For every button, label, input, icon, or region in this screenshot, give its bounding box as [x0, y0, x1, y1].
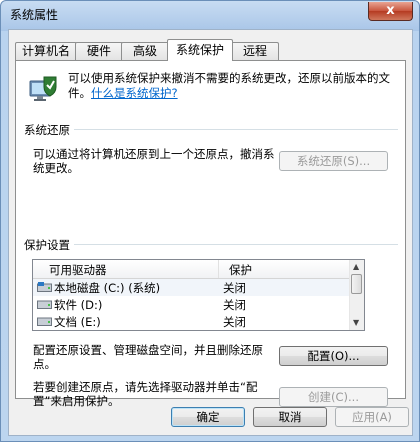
tab-remote[interactable]: 远程 — [231, 42, 279, 60]
system-properties-window: 系统属性 x 计算机名 硬件 高级 系统保护 远程 可以使用系统保护来撤消不需要… — [0, 0, 420, 442]
drive-protection-status: 关闭 — [223, 281, 246, 295]
tab-system-protection[interactable]: 系统保护 — [167, 39, 233, 61]
drive-protection-status: 关闭 — [223, 315, 246, 329]
system-restore-button[interactable]: 系统还原(S)... — [279, 151, 388, 171]
restore-group-label: 系统还原 — [24, 122, 74, 138]
dialog-client-area: 计算机名 硬件 高级 系统保护 远程 可以使用系统保护来撤消不需要的系统更改，还… — [8, 29, 413, 436]
tab-hardware[interactable]: 硬件 — [75, 42, 123, 60]
restore-group-divider — [24, 129, 398, 130]
drive-name: 文档 (E:) — [54, 315, 101, 329]
restore-description: 可以通过将计算机还原到上一个还原点，撤消系统更改。 — [33, 147, 275, 175]
system-drive-icon — [37, 282, 52, 292]
drive-protection-status: 关闭 — [223, 298, 246, 312]
tab-advanced[interactable]: 高级 — [121, 42, 169, 60]
protection-group-divider — [24, 244, 398, 245]
what-is-system-protection-link[interactable]: 什么是系统保护? — [91, 86, 178, 100]
create-description: 若要创建还原点，请先选择驱动器并单击“配置”来启用保护。 — [33, 380, 258, 408]
intro-text: 可以使用系统保护来撤消不需要的系统更改，还原以前版本的文件。什么是系统保护? — [68, 71, 398, 101]
column-available-drives[interactable]: 可用驱动器 — [49, 262, 107, 278]
disk-drive-icon — [37, 300, 52, 309]
scroll-down-arrow-icon[interactable]: ▼ — [353, 318, 359, 327]
disk-drive-icon — [37, 317, 52, 326]
title-bar[interactable]: 系统属性 x — [1, 1, 419, 27]
tab-computer-name[interactable]: 计算机名 — [15, 42, 77, 60]
column-separator[interactable] — [218, 260, 219, 278]
drive-row-c[interactable]: 本地磁盘 (C:) (系统) 关闭 — [33, 279, 350, 296]
drive-list-scrollbar[interactable]: ▲ ▼ — [349, 260, 364, 330]
drive-name: 软件 (D:) — [54, 298, 103, 312]
apply-button[interactable]: 应用(A) — [335, 407, 409, 427]
drive-row-e[interactable]: 文档 (E:) 关闭 — [33, 313, 350, 330]
configure-button[interactable]: 配置(O)... — [279, 346, 388, 366]
ok-button[interactable]: 确定 — [171, 407, 245, 427]
create-button[interactable]: 创建(C)... — [279, 387, 388, 407]
drive-name: 本地磁盘 (C:) (系统) — [54, 281, 161, 295]
system-protection-panel: 可以使用系统保护来撤消不需要的系统更改，还原以前版本的文件。什么是系统保护? 系… — [15, 60, 406, 408]
drive-list-header: 可用驱动器 保护 — [33, 260, 350, 279]
window-title: 系统属性 — [10, 8, 59, 22]
configure-description: 配置还原设置、管理磁盘空间，并且删除还原点。 — [33, 343, 263, 371]
column-protection[interactable]: 保护 — [229, 262, 252, 278]
system-protection-icon — [29, 76, 57, 101]
cancel-button[interactable]: 取消 — [253, 407, 327, 427]
protection-group-label: 保护设置 — [24, 237, 74, 253]
scroll-up-arrow-icon[interactable]: ▲ — [353, 262, 359, 271]
close-button[interactable]: x — [368, 2, 413, 21]
drive-row-d[interactable]: 软件 (D:) 关闭 — [33, 296, 350, 313]
scroll-thumb[interactable] — [351, 274, 362, 294]
drive-list[interactable]: 可用驱动器 保护 本地磁盘 (C:) (系统) 关闭 软件 (D:) 关闭 文档… — [32, 259, 365, 331]
